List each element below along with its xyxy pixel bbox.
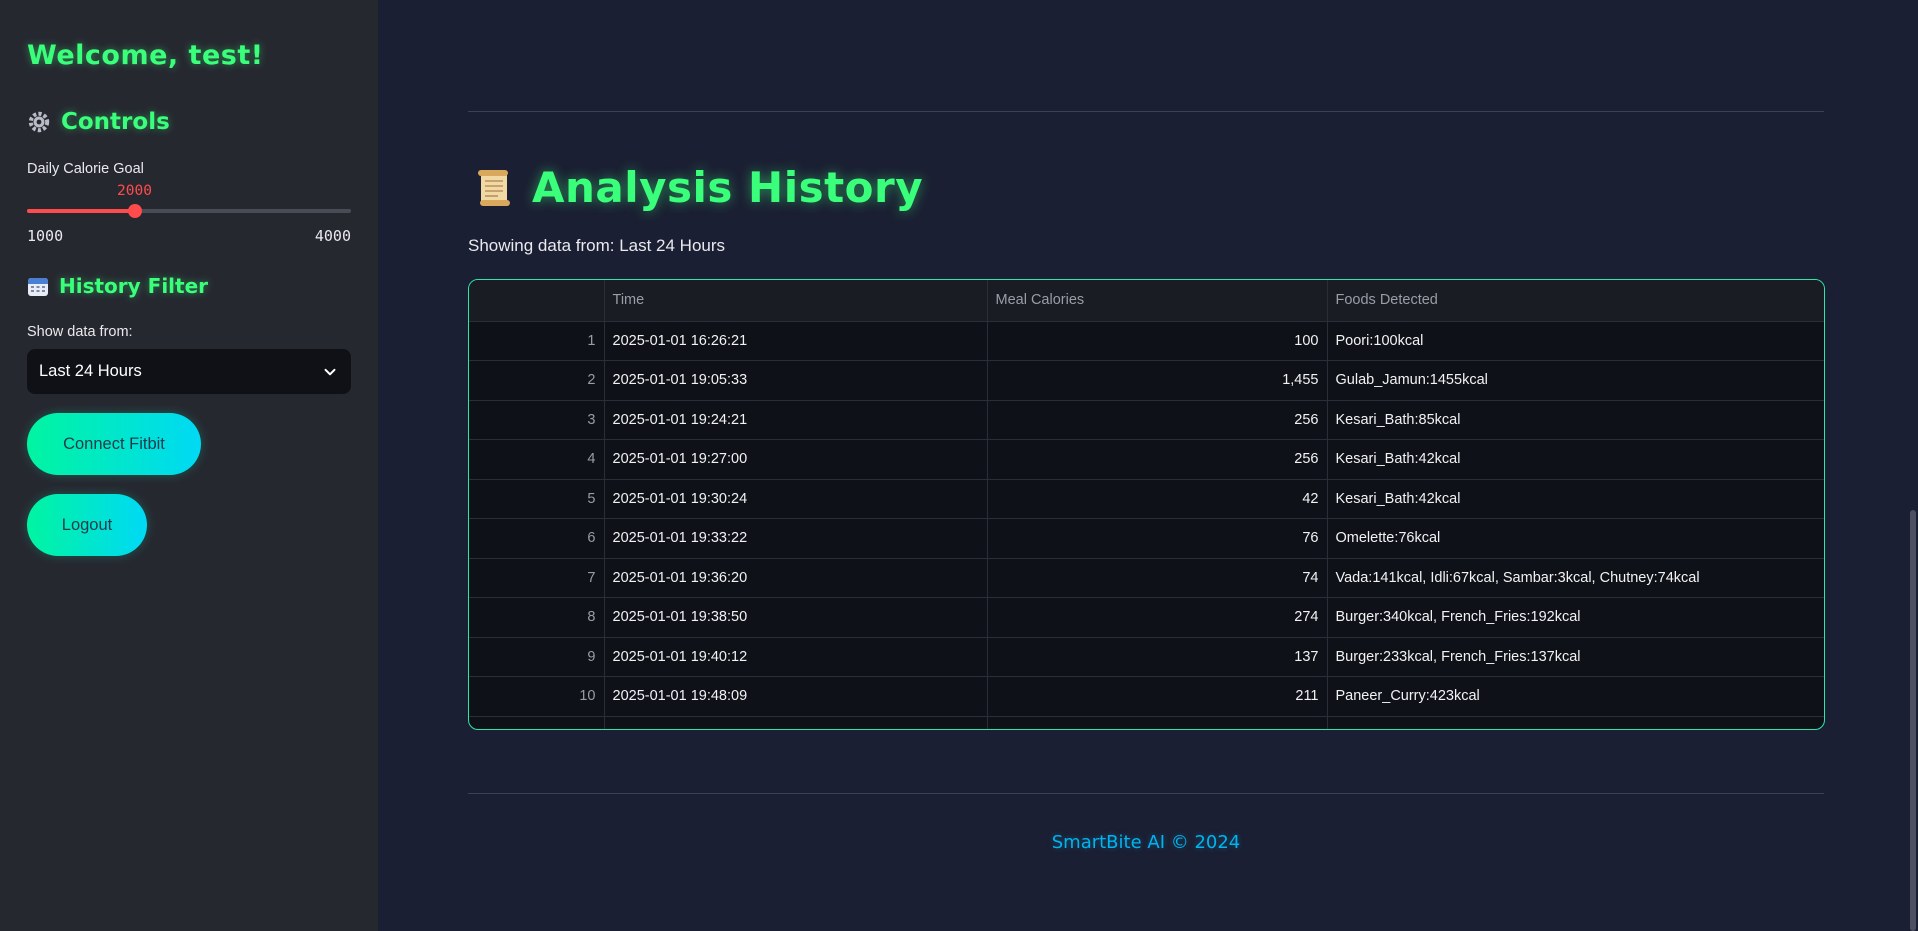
foods-cell[interactable]: Burger:340kcal, French_Fries:192kcal xyxy=(1327,597,1824,638)
calories-cell[interactable]: 100 xyxy=(987,321,1328,361)
gear-icon xyxy=(27,110,51,134)
slider-thumb[interactable] xyxy=(127,204,142,218)
table-row[interactable]: 3 2025-01-01 19:24:21 256 Kesari_Bath:85… xyxy=(469,400,1824,440)
sidebar: Welcome, test! Controls Daily Calorie Go… xyxy=(0,0,378,931)
calorie-goal-label: Daily Calorie Goal xyxy=(27,161,144,177)
calories-cell[interactable]: 137 xyxy=(987,637,1328,677)
slider-value: 2000 xyxy=(117,183,152,199)
time-cell[interactable]: 2025-01-01 19:48:09 xyxy=(604,676,988,717)
time-cell[interactable]: 2025-01-01 19:33:22 xyxy=(604,518,988,559)
calories-cell[interactable]: 74 xyxy=(987,558,1328,598)
history-filter-heading-label: History Filter xyxy=(59,274,209,298)
time-cell[interactable]: 2025-01-01 19:30:24 xyxy=(604,479,988,519)
row-index: 9 xyxy=(469,637,605,677)
page-title: Analysis History xyxy=(472,163,923,212)
row-index xyxy=(469,716,605,729)
time-cell[interactable]: 2025-01-01 19:38:50 xyxy=(604,597,988,638)
slider-min-label: 1000 xyxy=(27,227,64,245)
chevron-down-icon xyxy=(323,365,337,379)
show-data-label: Show data from: xyxy=(27,324,133,340)
history-filter-heading: History Filter xyxy=(27,274,208,298)
foods-cell[interactable] xyxy=(1327,716,1824,729)
calories-cell[interactable] xyxy=(987,716,1328,729)
table-row[interactable]: 4 2025-01-01 19:27:00 256 Kesari_Bath:42… xyxy=(469,439,1824,480)
row-index: 10 xyxy=(469,676,605,717)
table-row[interactable]: 8 2025-01-01 19:38:50 274 Burger:340kcal… xyxy=(469,597,1824,638)
scroll-icon xyxy=(472,166,516,210)
calories-cell[interactable]: 1,455 xyxy=(987,360,1328,401)
foods-cell[interactable]: Kesari_Bath:42kcal xyxy=(1327,479,1824,519)
calories-cell[interactable]: 274 xyxy=(987,597,1328,638)
welcome-heading: Welcome, test! xyxy=(27,40,264,71)
time-column-header[interactable]: Time xyxy=(604,280,988,322)
time-range-select[interactable]: Last 24 Hours xyxy=(27,349,351,394)
calories-cell[interactable]: 211 xyxy=(987,676,1328,717)
calories-cell[interactable]: 256 xyxy=(987,400,1328,440)
table-row[interactable]: 9 2025-01-01 19:40:12 137 Burger:233kcal… xyxy=(469,637,1824,677)
page-title-text: Analysis History xyxy=(532,163,924,212)
footer-text: SmartBite AI © 2024 xyxy=(1051,832,1241,853)
showing-data-caption: Showing data from: Last 24 Hours xyxy=(468,236,726,255)
calories-cell[interactable]: 76 xyxy=(987,518,1328,559)
row-index: 6 xyxy=(469,518,605,559)
row-index: 8 xyxy=(469,597,605,638)
foods-cell[interactable]: Gulab_Jamun:1455kcal xyxy=(1327,360,1824,401)
slider-fill xyxy=(27,209,135,213)
foods-cell[interactable]: Poori:100kcal xyxy=(1327,321,1824,361)
connect-fitbit-button[interactable]: Connect Fitbit xyxy=(27,413,201,475)
row-index: 3 xyxy=(469,400,605,440)
time-cell[interactable]: 2025-01-01 19:36:20 xyxy=(604,558,988,598)
foods-cell[interactable]: Paneer_Curry:423kcal xyxy=(1327,676,1824,717)
controls-heading: Controls xyxy=(27,109,170,135)
foods-cell[interactable]: Burger:233kcal, French_Fries:137kcal xyxy=(1327,637,1824,677)
row-index: 1 xyxy=(469,321,605,361)
time-cell[interactable]: 2025-01-01 19:24:21 xyxy=(604,400,988,440)
time-cell[interactable]: 2025-01-01 19:05:33 xyxy=(604,360,988,401)
history-table[interactable]: Time Meal Calories Foods Detected 1 2025… xyxy=(468,279,1825,730)
time-cell[interactable]: 2025-01-01 19:40:12 xyxy=(604,637,988,677)
table-row[interactable]: 7 2025-01-01 19:36:20 74 Vada:141kcal, I… xyxy=(469,558,1824,598)
table-row[interactable]: 1 2025-01-01 16:26:21 100 Poori:100kcal xyxy=(469,321,1824,361)
time-cell[interactable]: 2025-01-01 16:26:21 xyxy=(604,321,988,361)
logout-button[interactable]: Logout xyxy=(27,494,147,556)
table-row[interactable]: 6 2025-01-01 19:33:22 76 Omelette:76kcal xyxy=(469,518,1824,559)
index-column-header[interactable] xyxy=(469,280,605,322)
foods-cell[interactable]: Omelette:76kcal xyxy=(1327,518,1824,559)
controls-heading-label: Controls xyxy=(61,109,170,135)
foods-cell[interactable]: Vada:141kcal, Idli:67kcal, Sambar:3kcal,… xyxy=(1327,558,1824,598)
time-cell[interactable]: 2025-01-01 19:27:00 xyxy=(604,439,988,480)
calorie-goal-slider[interactable] xyxy=(27,204,351,218)
meal-calories-column-header[interactable]: Meal Calories xyxy=(987,280,1328,322)
table-row[interactable]: 2 2025-01-01 19:05:33 1,455 Gulab_Jamun:… xyxy=(469,360,1824,401)
foods-cell[interactable]: Kesari_Bath:42kcal xyxy=(1327,439,1824,480)
foods-detected-column-header[interactable]: Foods Detected xyxy=(1327,280,1824,322)
calories-cell[interactable]: 42 xyxy=(987,479,1328,519)
top-divider xyxy=(468,111,1824,112)
calories-cell[interactable]: 256 xyxy=(987,439,1328,480)
row-index: 7 xyxy=(469,558,605,598)
time-cell[interactable] xyxy=(604,716,988,729)
table-row[interactable]: 10 2025-01-01 19:48:09 211 Paneer_Curry:… xyxy=(469,676,1824,717)
calendar-icon xyxy=(27,275,49,297)
slider-max-label: 4000 xyxy=(314,227,351,245)
row-index: 5 xyxy=(469,479,605,519)
foods-cell[interactable]: Kesari_Bath:85kcal xyxy=(1327,400,1824,440)
table-row[interactable]: 5 2025-01-01 19:30:24 42 Kesari_Bath:42k… xyxy=(469,479,1824,519)
table-header-row: Time Meal Calories Foods Detected xyxy=(469,280,1824,322)
time-range-select-value: Last 24 Hours xyxy=(39,362,142,380)
table-row-partial[interactable] xyxy=(469,716,1824,729)
bottom-divider xyxy=(468,793,1824,794)
page-scrollbar[interactable] xyxy=(1910,510,1916,931)
app: Welcome, test! Controls Daily Calorie Go… xyxy=(0,0,1918,931)
row-index: 4 xyxy=(469,439,605,480)
row-index: 2 xyxy=(469,360,605,401)
